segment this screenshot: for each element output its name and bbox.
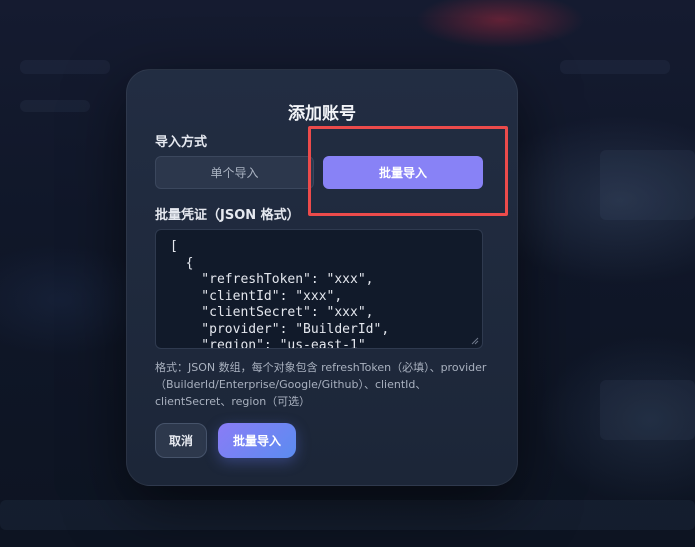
single-import-button[interactable]: 单个导入 (155, 156, 314, 189)
blurred-background-element (600, 380, 695, 440)
blurred-background-element (560, 60, 670, 74)
blurred-background-element (20, 100, 90, 112)
blurred-background-element (0, 500, 695, 530)
credentials-label: 批量凭证（JSON 格式） (155, 208, 300, 223)
highlight-box (308, 126, 508, 216)
credentials-json-textarea[interactable]: [ { "refreshToken": "xxx", "clientId": "… (155, 229, 483, 349)
batch-import-submit-button[interactable]: 批量导入 (218, 423, 296, 458)
dialog-title: 添加账号 (288, 104, 356, 124)
cancel-button[interactable]: 取消 (155, 423, 207, 458)
blurred-background-element (20, 60, 110, 74)
credentials-json-text: [ { "refreshToken": "xxx", "clientId": "… (170, 239, 390, 349)
import-mode-label: 导入方式 (155, 135, 208, 150)
format-hint: 格式：JSON 数组，每个对象包含 refreshToken（必填）、provi… (155, 361, 487, 408)
resize-handle-icon[interactable] (470, 336, 479, 345)
blurred-background-element (600, 150, 695, 220)
